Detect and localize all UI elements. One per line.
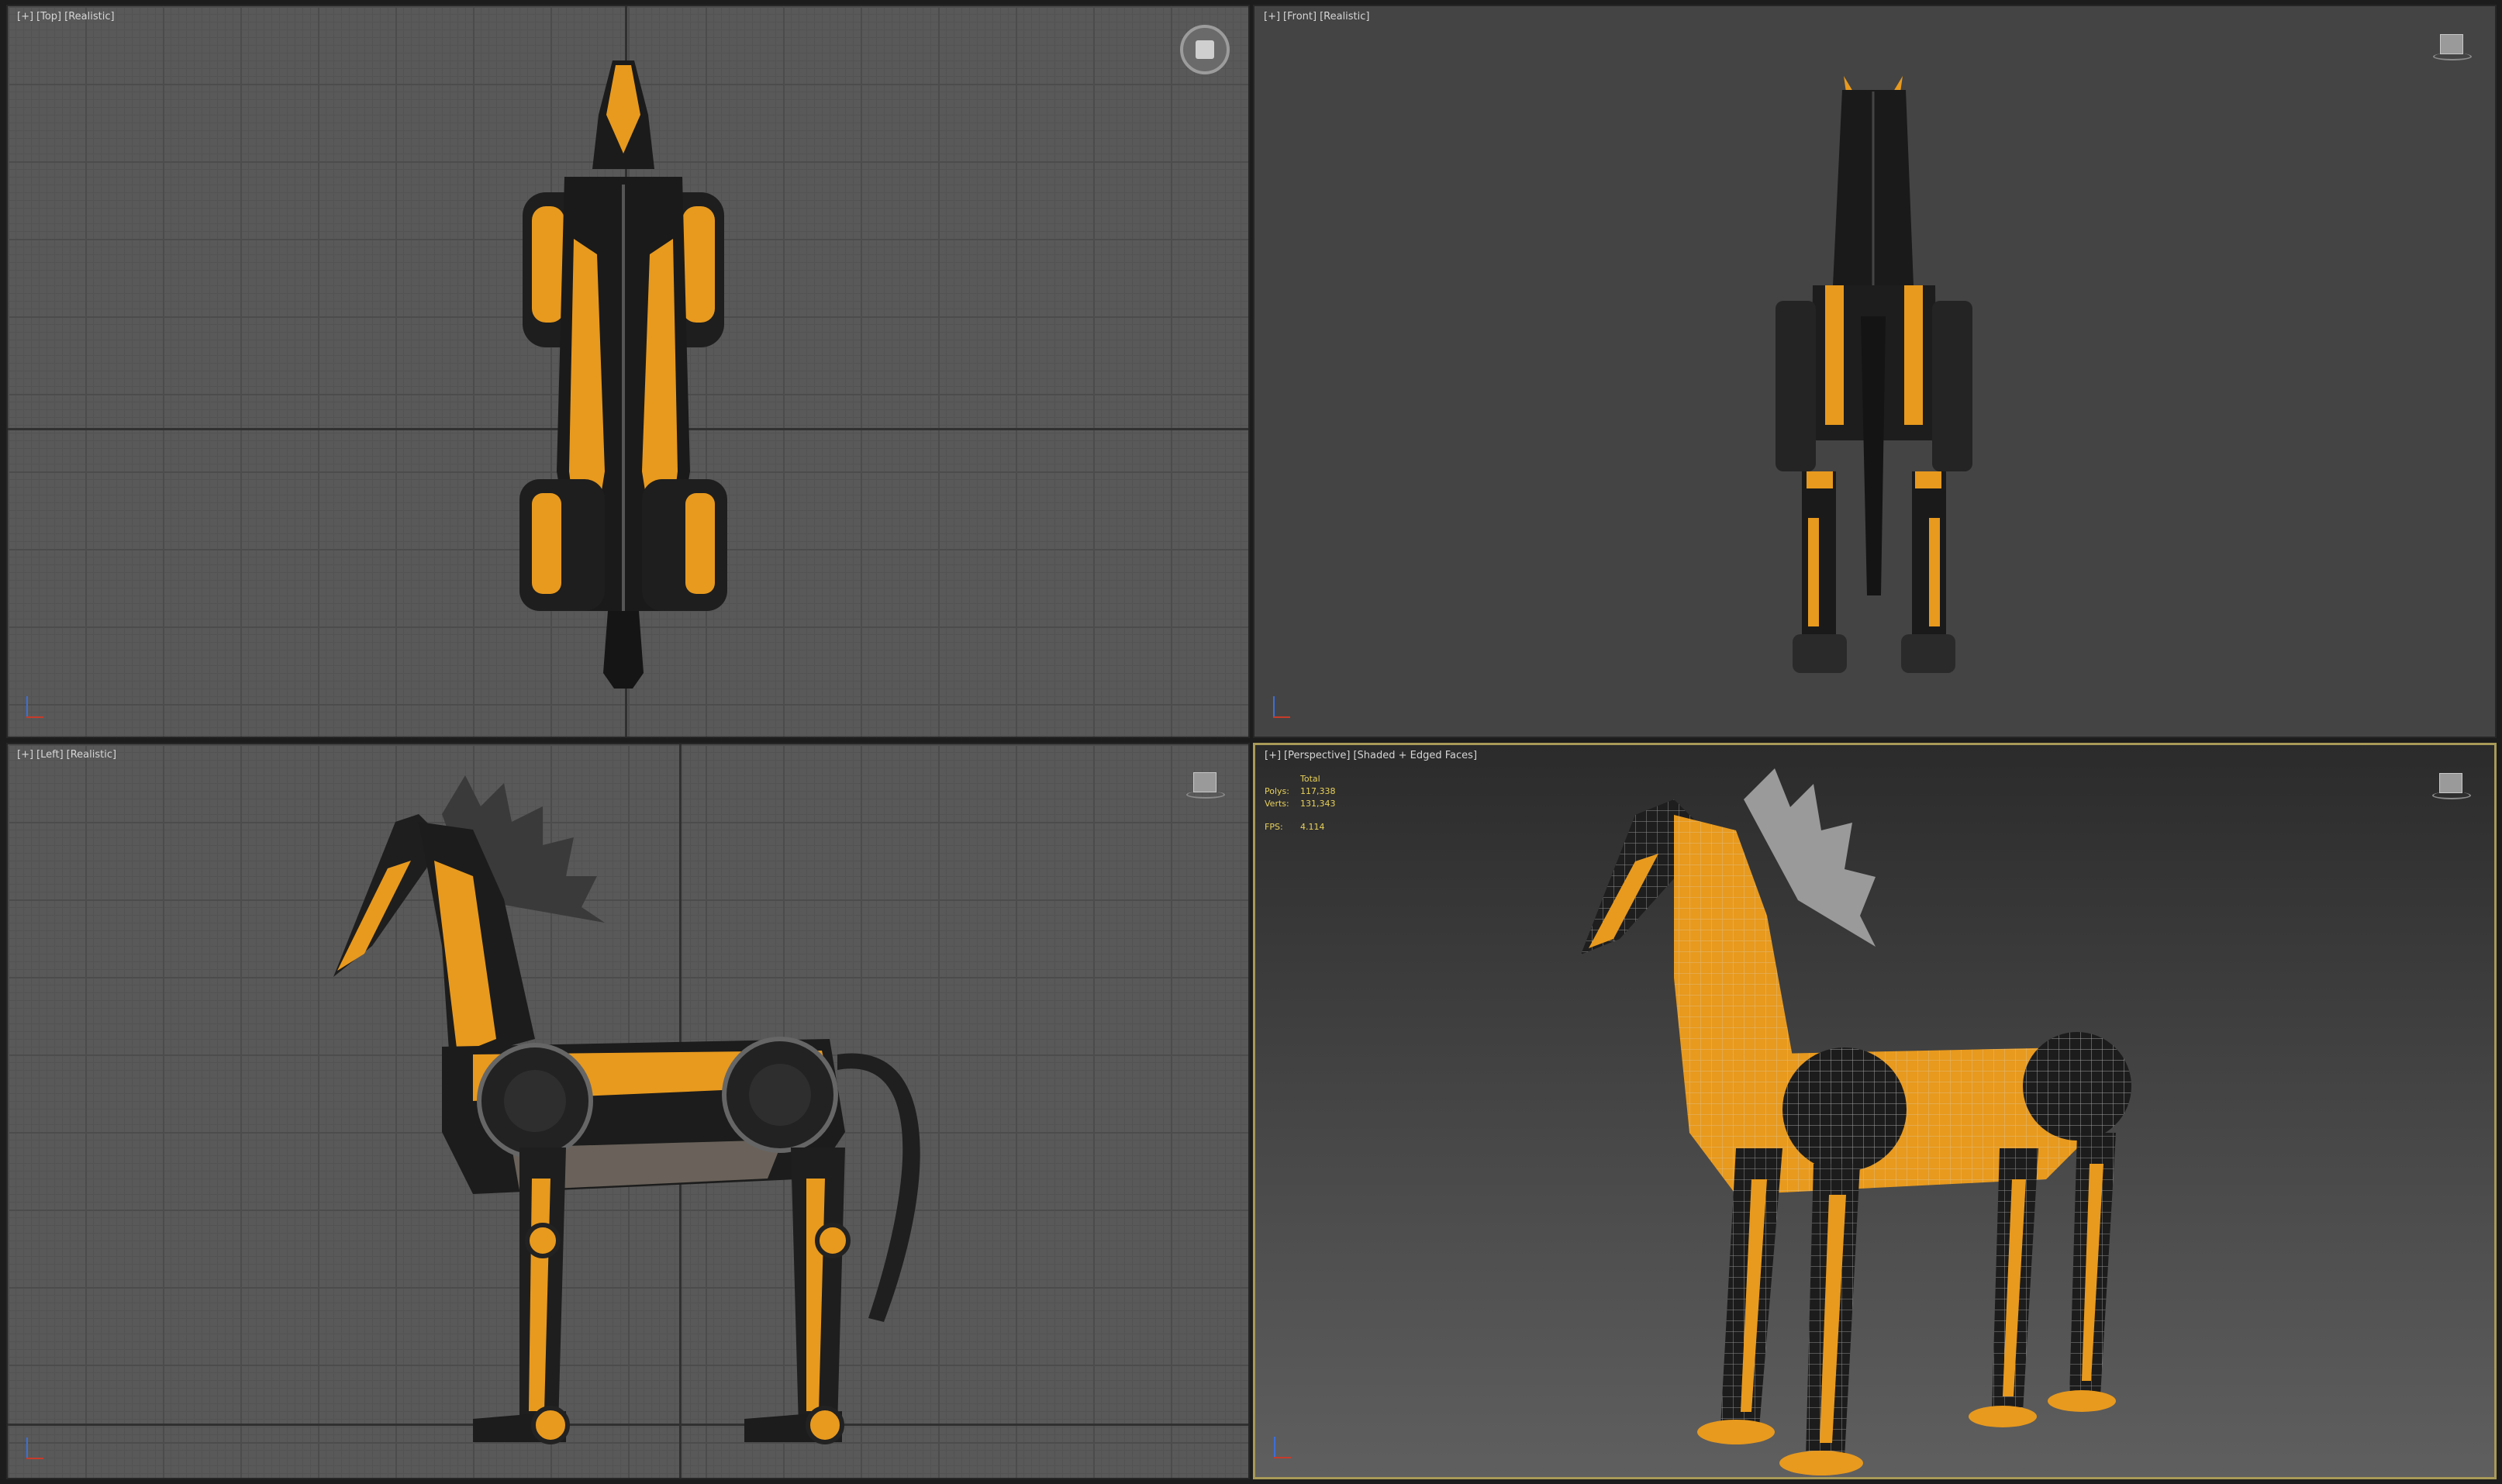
axis-tripod-icon bbox=[22, 692, 53, 723]
horse-model-front-view[interactable] bbox=[1254, 6, 2497, 738]
viewport-top[interactable]: [+] [Top] [Realistic] bbox=[6, 5, 1250, 738]
axis-tripod-icon bbox=[1269, 1432, 1300, 1463]
viewport-front[interactable]: [+] [Front] [Realistic] bbox=[1253, 5, 2497, 738]
horse-model-top-view[interactable] bbox=[8, 6, 1250, 738]
viewport-perspective[interactable]: [+] [Perspective] [Shaded + Edged Faces] T… bbox=[1253, 743, 2497, 1479]
viewport-layout: [+] [Top] [Realistic] [+] [Front] [Reali… bbox=[0, 0, 2502, 1484]
axis-tripod-icon bbox=[22, 1433, 53, 1464]
horse-model-left-view[interactable] bbox=[8, 744, 1250, 1479]
axis-tripod-icon bbox=[1268, 692, 1299, 723]
horse-model-perspective-wireframe[interactable] bbox=[1255, 745, 2497, 1479]
viewport-left[interactable]: [+] [Left] [Realistic] bbox=[6, 743, 1250, 1479]
